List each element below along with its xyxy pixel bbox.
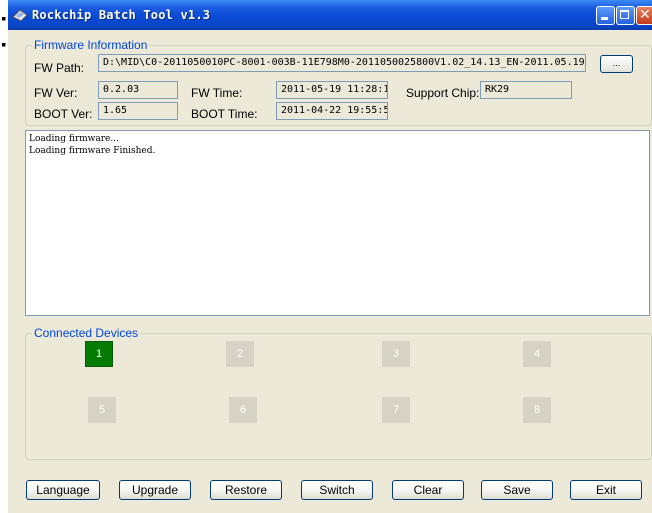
- close-icon: ✕: [639, 7, 651, 23]
- boot-ver-label: BOOT Ver:: [34, 107, 93, 121]
- maximize-icon: [620, 10, 629, 19]
- fw-time-field: 2011-05-19 11:28:11: [276, 81, 388, 99]
- minimize-icon: [601, 17, 608, 20]
- fw-ver-field: 0.2.03: [98, 81, 178, 99]
- device-slot-8[interactable]: 8: [523, 397, 551, 423]
- fw-ver-label: FW Ver:: [34, 86, 78, 100]
- device-slot-2[interactable]: 2: [226, 341, 254, 367]
- language-button[interactable]: Language: [26, 480, 100, 500]
- boot-ver-field: 1.65: [98, 102, 178, 120]
- device-slot-6[interactable]: 6: [229, 397, 257, 423]
- device-slot-4[interactable]: 4: [523, 341, 551, 367]
- save-button[interactable]: Save: [481, 480, 553, 500]
- upgrade-button[interactable]: Upgrade: [119, 480, 191, 500]
- device-slot-5[interactable]: 5: [88, 397, 116, 423]
- boot-time-label: BOOT Time:: [191, 107, 258, 121]
- boot-time-field: 2011-04-22 19:55:50: [276, 102, 388, 120]
- title-bar[interactable]: Rockchip Batch Tool v1.3 ✕: [8, 0, 652, 30]
- edge-mark: ▪: [1, 40, 7, 50]
- support-chip-label: Support Chip:: [406, 86, 480, 100]
- switch-button[interactable]: Switch: [301, 480, 373, 500]
- main-window: Rockchip Batch Tool v1.3 ✕ Firmware Info…: [8, 0, 652, 513]
- device-slot-3[interactable]: 3: [382, 341, 410, 367]
- device-slot-1[interactable]: 1: [85, 341, 113, 367]
- close-button[interactable]: ✕: [636, 6, 652, 25]
- device-slot-7[interactable]: 7: [382, 397, 410, 423]
- log-output[interactable]: Loading firmware... Loading firmware Fin…: [25, 130, 650, 316]
- left-edge-strip: ▪ ▪: [0, 0, 8, 513]
- minimize-button[interactable]: [596, 6, 615, 25]
- connected-devices-legend: Connected Devices: [34, 326, 139, 340]
- rockchip-app-icon: [12, 9, 28, 22]
- firmware-info-legend: Firmware Information: [34, 38, 148, 52]
- browse-button[interactable]: ...: [600, 55, 633, 73]
- fw-path-field[interactable]: D:\MID\C0-2011050010PC-8001-003B-11E798M…: [98, 54, 586, 72]
- fw-path-label: FW Path:: [34, 61, 85, 75]
- restore-button[interactable]: Restore: [210, 480, 282, 500]
- support-chip-field: RK29: [480, 81, 572, 99]
- window-title: Rockchip Batch Tool v1.3: [32, 8, 211, 22]
- exit-button[interactable]: Exit: [570, 480, 642, 500]
- maximize-button[interactable]: [616, 6, 635, 25]
- connected-devices-group: Connected Devices: [25, 326, 652, 460]
- edge-mark: ▪: [1, 14, 7, 24]
- fw-time-label: FW Time:: [191, 86, 243, 100]
- clear-button[interactable]: Clear: [392, 480, 464, 500]
